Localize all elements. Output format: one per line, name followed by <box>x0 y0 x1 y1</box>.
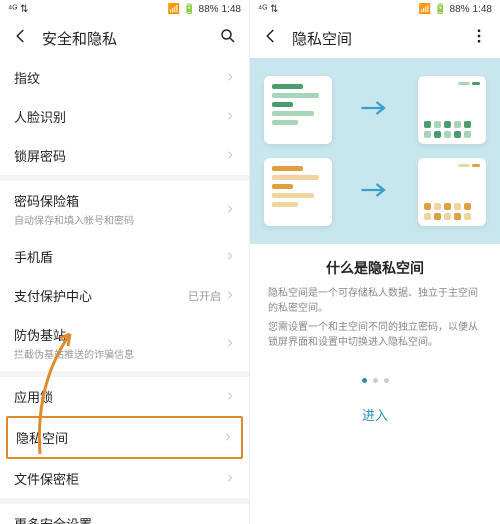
label-antifake: 防伪基站 <box>14 325 225 344</box>
chevron-right-icon <box>225 288 235 303</box>
pager-dot <box>384 378 389 383</box>
row-antifake[interactable]: 防伪基站拦截伪基站推送的诈骗信息 <box>0 315 249 371</box>
intro-title: 什么是隐私空间 <box>268 258 482 278</box>
chevron-right-icon <box>225 70 235 85</box>
clock: 1:48 <box>222 4 241 15</box>
sub-pwvault: 自动保存和填入帐号和密码 <box>14 212 225 227</box>
row-lockpw[interactable]: 锁屏密码 <box>0 136 249 175</box>
settings-screen: ⁴ᴳ ⇅ 📶 🔋 88% 1:48 安全和隐私 指纹 人脸识别 锁屏密码 密码保… <box>0 0 250 524</box>
settings-list: 指纹 人脸识别 锁屏密码 密码保险箱自动保存和填入帐号和密码 手机盾 支付保护中… <box>0 58 249 524</box>
back-icon[interactable] <box>262 27 280 50</box>
row-face[interactable]: 人脸识别 <box>0 97 249 136</box>
chevron-right-icon <box>225 148 235 163</box>
chevron-right-icon <box>225 202 235 217</box>
header: 隐私空间 <box>250 18 500 58</box>
network-indicator: ⁴ᴳ ⇅ <box>258 4 278 15</box>
search-icon[interactable] <box>219 27 237 50</box>
pager-dot-active <box>362 378 367 383</box>
clock: 1:48 <box>473 4 492 15</box>
label-filesafe: 文件保密柜 <box>14 469 225 488</box>
back-icon[interactable] <box>12 27 30 50</box>
chevron-right-icon <box>225 471 235 486</box>
chevron-right-icon <box>225 336 235 351</box>
illus-card-lock-orange <box>418 158 486 226</box>
row-private-space[interactable]: 隐私空间 <box>8 418 241 457</box>
label-face: 人脸识别 <box>14 107 225 126</box>
battery-icon: 🔋 <box>434 4 446 15</box>
battery-percent: 88% <box>450 4 470 15</box>
header: 安全和隐私 <box>0 18 249 58</box>
private-space-screen: ⁴ᴳ ⇅ 📶 🔋 88% 1:48 隐私空间 <box>250 0 500 524</box>
illus-card-main-green <box>264 76 332 144</box>
page-indicator <box>250 368 500 393</box>
sub-antifake: 拦截伪基站推送的诈骗信息 <box>14 346 225 361</box>
illus-card-main-orange <box>264 158 332 226</box>
label-fingerprint: 指纹 <box>14 68 225 87</box>
enter-button[interactable]: 进入 <box>250 393 500 436</box>
row-fingerprint[interactable]: 指纹 <box>0 58 249 97</box>
page-title: 安全和隐私 <box>42 28 207 49</box>
chevron-right-icon <box>225 109 235 124</box>
arrow-right-icon <box>360 98 390 123</box>
chevron-right-icon <box>225 249 235 264</box>
intro-p1: 隐私空间是一个可存储私人数据、独立于主空间的私密空间。 <box>268 286 482 316</box>
intro-section: 什么是隐私空间 隐私空间是一个可存储私人数据、独立于主空间的私密空间。 您需设置… <box>250 244 500 368</box>
label-more: 更多安全设置 <box>14 514 225 524</box>
battery-icon: 🔋 <box>183 4 195 15</box>
row-pay[interactable]: 支付保护中心已开启 <box>0 276 249 315</box>
battery-percent: 88% <box>199 4 219 15</box>
row-filesafe[interactable]: 文件保密柜 <box>0 459 249 498</box>
page-title: 隐私空间 <box>292 28 458 49</box>
chevron-right-icon <box>223 430 233 445</box>
row-more[interactable]: 更多安全设置卡锁、未知来源应用下载 <box>0 504 249 524</box>
label-pwvault: 密码保险箱 <box>14 191 225 210</box>
status-bar: ⁴ᴳ ⇅ 📶 🔋 88% 1:48 <box>250 0 500 18</box>
status-bar: ⁴ᴳ ⇅ 📶 🔋 88% 1:48 <box>0 0 249 18</box>
label-applock: 应用锁 <box>14 387 225 406</box>
illus-card-lock-green <box>418 76 486 144</box>
illustration <box>250 58 500 244</box>
network-indicator: ⁴ᴳ ⇅ <box>8 4 28 15</box>
pager-dot <box>373 378 378 383</box>
label-lockpw: 锁屏密码 <box>14 146 225 165</box>
arrow-right-icon <box>360 180 390 205</box>
highlight-annotation: 隐私空间 <box>6 416 243 459</box>
tail-pay: 已开启 <box>188 288 221 304</box>
chevron-right-icon <box>225 389 235 404</box>
signal-icon: 📶 <box>419 4 431 15</box>
more-icon[interactable] <box>470 27 488 50</box>
intro-p2: 您需设置一个和主空间不同的独立密码，以便从锁屏界面和设置中切换进入隐私空间。 <box>268 320 482 350</box>
label-shield: 手机盾 <box>14 247 225 266</box>
row-applock[interactable]: 应用锁 <box>0 377 249 416</box>
label-pay: 支付保护中心 <box>14 286 188 305</box>
row-pwvault[interactable]: 密码保险箱自动保存和填入帐号和密码 <box>0 181 249 237</box>
label-private: 隐私空间 <box>16 428 223 447</box>
signal-icon: 📶 <box>168 4 180 15</box>
row-shield[interactable]: 手机盾 <box>0 237 249 276</box>
